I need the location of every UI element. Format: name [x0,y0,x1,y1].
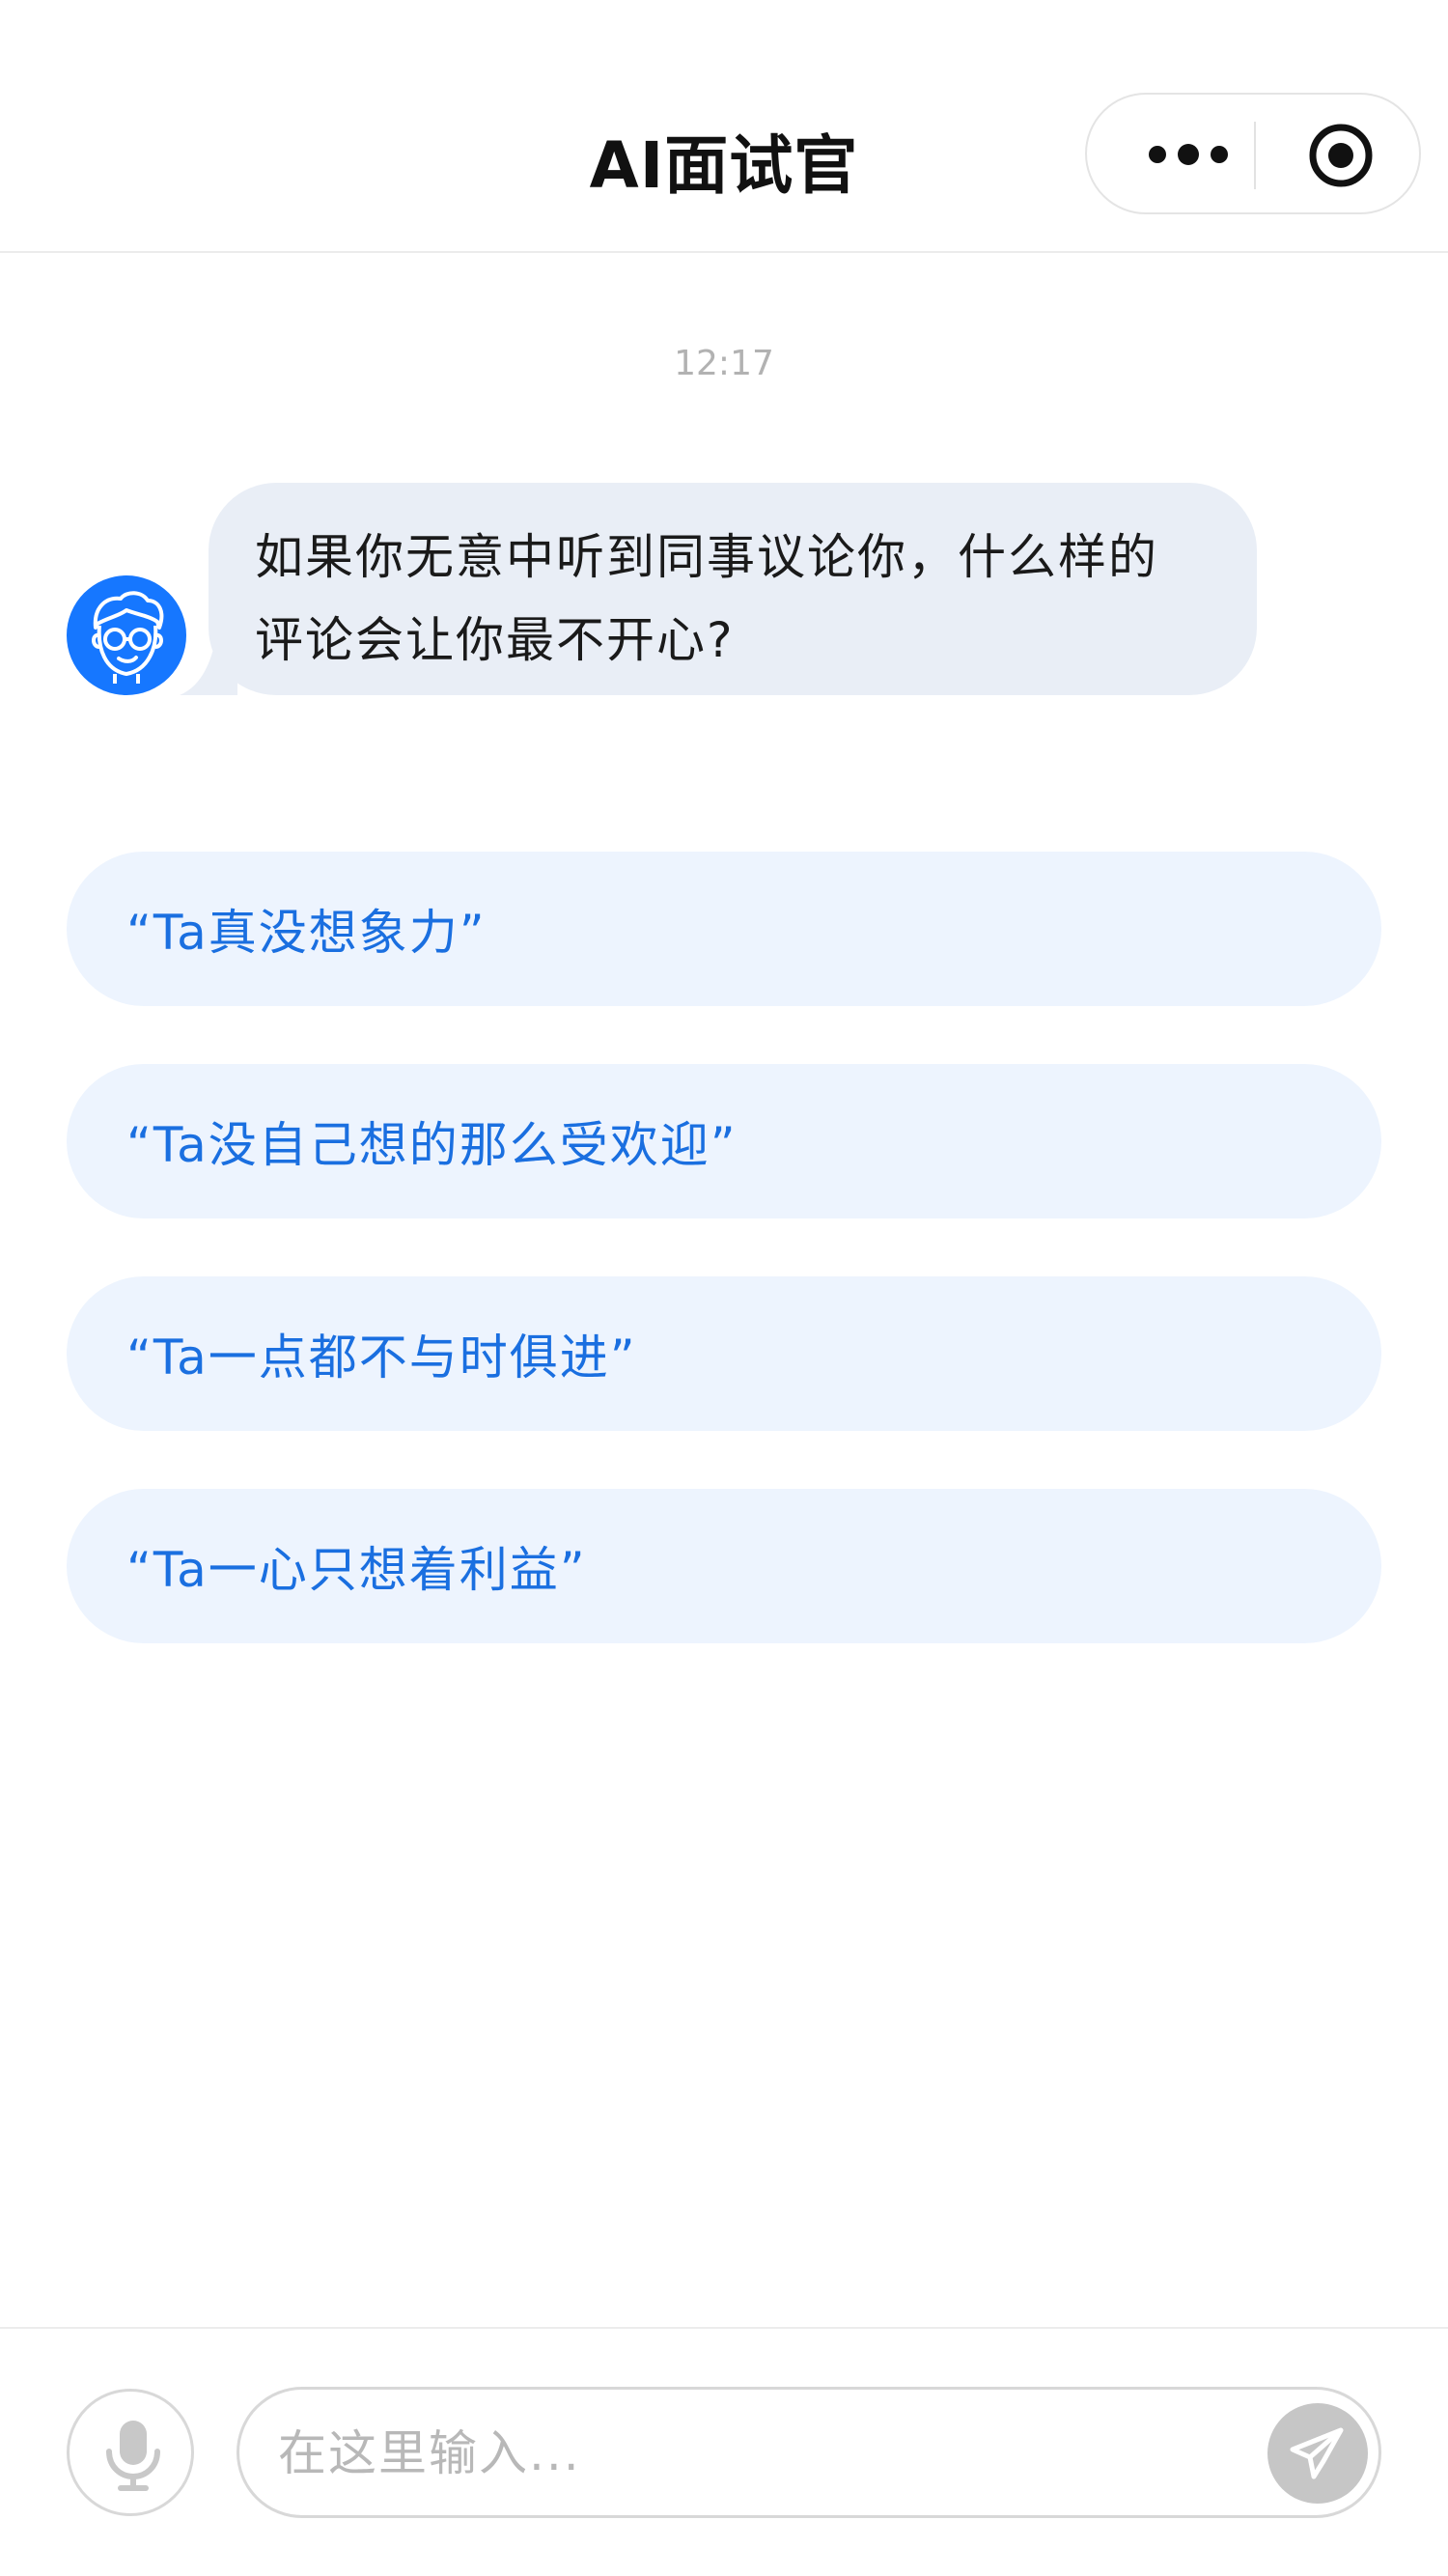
voice-input-button[interactable] [67,2389,194,2516]
microphone-icon [106,2421,160,2491]
message-input-box [237,2387,1381,2518]
message-line-2: 评论会让你最不开心? [255,612,735,668]
answer-option-4[interactable]: “Ta一心只想着利益” [67,1489,1381,1643]
input-bar [0,2327,1448,2576]
more-dots-icon[interactable] [1126,118,1251,191]
message-input[interactable] [276,2409,1149,2498]
answer-option-3[interactable]: “Ta一点都不与时俱进” [67,1276,1381,1431]
interviewer-message-bubble: 如果你无意中听到同事议论你，什么样的 评论会让你最不开心? [209,483,1257,695]
answer-option-1[interactable]: “Ta真没想象力” [67,852,1381,1006]
nav-bar: AI面试官 [0,0,1448,253]
message-line-1: 如果你无意中听到同事议论你，什么样的 [255,529,1158,585]
interviewer-avatar-icon [67,575,186,695]
send-button[interactable] [1267,2403,1368,2504]
capsule-divider [1254,122,1256,189]
answer-option-2[interactable]: “Ta没自己想的那么受欢迎” [67,1064,1381,1218]
mini-program-capsule [1085,93,1421,214]
message-timestamp: 12:17 [674,344,774,383]
answer-options: “Ta真没想象力” “Ta没自己想的那么受欢迎” “Ta一点都不与时俱进” “T… [67,852,1381,1701]
target-circle-icon[interactable] [1307,122,1375,189]
paper-plane-icon [1290,2427,1344,2479]
